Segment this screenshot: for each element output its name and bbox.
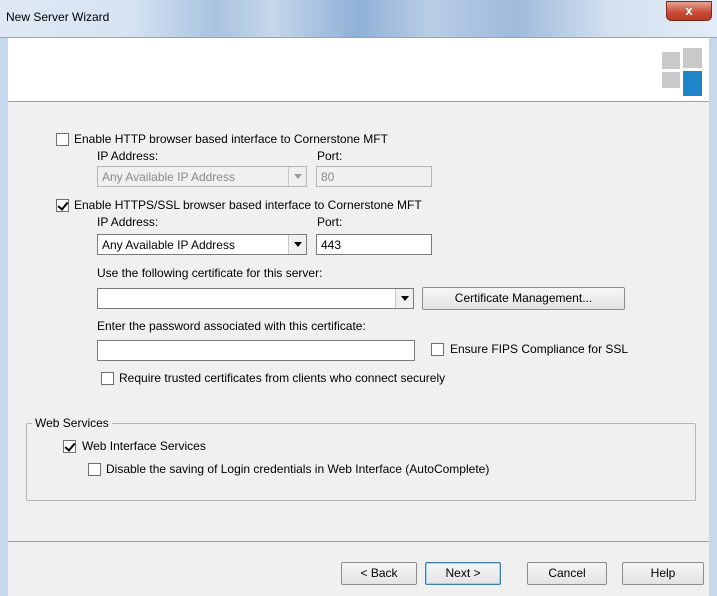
enable-https-label: Enable HTTPS/SSL browser based interface… — [74, 198, 422, 212]
enable-http-label: Enable HTTP browser based interface to C… — [74, 132, 388, 146]
disable-login-saving-label: Disable the saving of Login credentials … — [106, 462, 490, 476]
https-port-value: 443 — [321, 238, 342, 252]
enable-http-checkbox[interactable] — [56, 133, 69, 146]
web-interface-services-label: Web Interface Services — [82, 439, 206, 453]
http-port-label: Port: — [317, 149, 343, 163]
certificate-management-button[interactable]: Certificate Management... — [422, 287, 625, 310]
require-trusted-checkbox[interactable] — [101, 372, 114, 385]
back-button[interactable]: < Back — [341, 562, 417, 585]
http-ip-label: IP Address: — [97, 149, 159, 163]
cancel-button[interactable]: Cancel — [527, 562, 607, 585]
windows-logo-icon — [662, 48, 702, 96]
wizard-header — [8, 38, 709, 102]
https-ip-label: IP Address: — [97, 215, 159, 229]
window-frame-right — [709, 38, 717, 596]
http-port-value: 80 — [321, 170, 335, 184]
password-label: Enter the password associated with this … — [97, 319, 366, 333]
close-button[interactable]: x — [666, 1, 712, 21]
require-trusted-label: Require trusted certificates from client… — [119, 371, 446, 385]
certificate-password-field[interactable] — [97, 340, 415, 361]
http-ip-value: Any Available IP Address — [102, 170, 235, 184]
fips-compliance-checkbox[interactable] — [431, 343, 444, 356]
certificate-select[interactable] — [97, 288, 414, 309]
certificate-label: Use the following certificate for this s… — [97, 266, 323, 280]
next-button[interactable]: Next > — [425, 562, 501, 585]
fips-compliance-label: Ensure FIPS Compliance for SSL — [450, 342, 629, 356]
help-button[interactable]: Help — [622, 562, 704, 585]
chevron-down-icon — [395, 289, 413, 308]
http-ip-select[interactable]: Any Available IP Address — [97, 166, 307, 187]
window-frame-left — [0, 38, 8, 596]
chevron-down-icon — [288, 167, 306, 186]
https-ip-value: Any Available IP Address — [102, 238, 235, 252]
wizard-window: New Server Wizard x Enable HTTP browser … — [0, 0, 717, 596]
title-bar[interactable]: New Server Wizard x — [0, 0, 717, 38]
disable-login-saving-checkbox[interactable] — [88, 463, 101, 476]
chevron-down-icon — [288, 235, 306, 254]
web-services-group-title: Web Services — [32, 416, 112, 430]
web-interface-services-checkbox[interactable] — [63, 440, 76, 453]
enable-https-checkbox[interactable] — [56, 199, 69, 212]
window-title: New Server Wizard — [6, 10, 110, 24]
https-ip-select[interactable]: Any Available IP Address — [97, 234, 307, 255]
https-port-label: Port: — [317, 215, 343, 229]
https-port-field[interactable]: 443 — [316, 234, 432, 255]
http-port-field[interactable]: 80 — [316, 166, 432, 187]
